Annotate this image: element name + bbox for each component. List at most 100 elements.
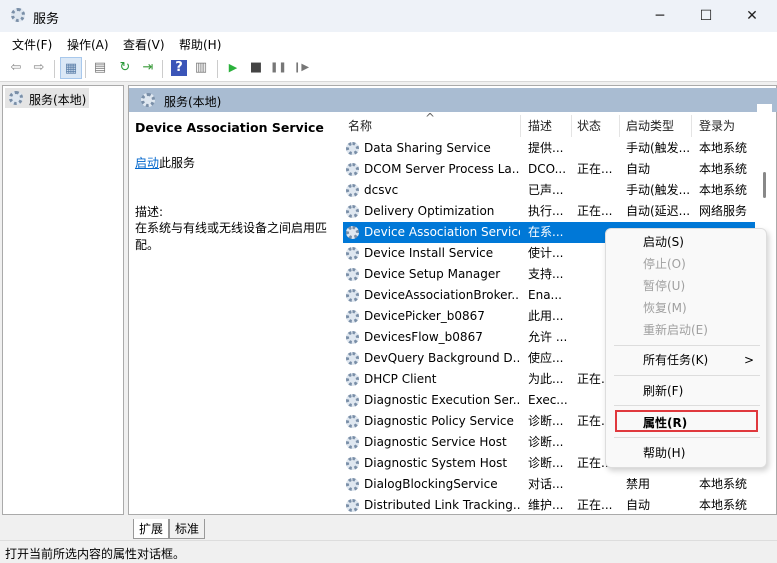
- help-icon[interactable]: ?: [171, 60, 187, 76]
- scrollbar-thumb[interactable]: [763, 172, 766, 198]
- menu-separator: [614, 345, 760, 346]
- cell-log-on-as: 本地系统: [699, 162, 748, 176]
- start-service-link[interactable]: 启动: [135, 156, 159, 170]
- cell-description: 维护...: [528, 498, 564, 512]
- cell-description: 诊断...: [528, 435, 564, 449]
- service-gear-icon: [346, 226, 359, 239]
- cell-log-on-as: 本地系统: [699, 498, 748, 512]
- service-gear-icon: [346, 499, 359, 512]
- console-icon[interactable]: ▥: [193, 60, 209, 76]
- service-gear-icon: [346, 205, 359, 218]
- stop-icon[interactable]: ■: [248, 60, 264, 76]
- service-row[interactable]: Delivery Optimization 执行... 正在... 自动(延迟... 网…: [343, 201, 755, 222]
- maximize-button[interactable]: ☐: [683, 0, 729, 32]
- column-log-on-as[interactable]: 登录为: [699, 115, 735, 137]
- start-suffix: 此服务: [159, 156, 196, 170]
- cell-description: 诊断...: [528, 456, 564, 470]
- cell-name: Diagnostic Execution Ser...: [364, 393, 520, 407]
- cell-name: Device Association Service: [364, 225, 520, 239]
- cell-description: DCO...: [528, 162, 567, 176]
- start-icon[interactable]: ▶: [225, 60, 241, 76]
- tab-extended[interactable]: 扩展: [133, 519, 170, 539]
- service-row[interactable]: dcsvc 已声... 手动(触发... 本地系统: [343, 180, 755, 201]
- column-header: ^ 名称 描述 状态 启动类型 登录为: [343, 111, 755, 137]
- show-hide-tree-icon[interactable]: ▦: [60, 57, 82, 79]
- cell-name: Diagnostic System Host: [364, 456, 508, 470]
- pause-icon[interactable]: ❚❚: [270, 60, 287, 76]
- cell-description: 支持...: [528, 267, 564, 281]
- cell-name: Distributed Link Tracking...: [364, 498, 520, 512]
- forward-icon[interactable]: ⇨: [31, 60, 47, 76]
- services-gear-icon: [11, 8, 25, 22]
- service-gear-icon: [346, 415, 359, 428]
- context-menu-item[interactable]: 启动(S): [643, 232, 684, 252]
- service-gear-icon: [346, 289, 359, 302]
- menu-separator: [614, 437, 760, 438]
- service-row[interactable]: DialogBlockingService 对话... 禁用 本地系统: [343, 474, 755, 495]
- service-gear-icon: [346, 310, 359, 323]
- cell-startup-type: 禁用: [626, 477, 651, 491]
- cell-name: Device Install Service: [364, 246, 494, 260]
- cell-description: 执行...: [528, 204, 564, 218]
- menu-bar: 文件(F) 操作(A) 查看(V) 帮助(H): [0, 32, 777, 55]
- service-gear-icon: [346, 457, 359, 470]
- view-tabs: 扩展 标准: [129, 517, 777, 539]
- column-status[interactable]: 状态: [577, 115, 601, 137]
- context-menu: 启动(S) 停止(O) 暂停(U) 恢复(M) 重新启动(E) 所有任务(K) > 刷新(F)…: [605, 228, 767, 468]
- cell-name: DialogBlockingService: [364, 477, 498, 491]
- context-menu-item: 恢复(M): [643, 301, 687, 315]
- context-menu-item[interactable]: 属性(R): [643, 413, 687, 433]
- cell-description: 允许 ...: [528, 330, 568, 344]
- service-gear-icon: [346, 436, 359, 449]
- menu-help[interactable]: 帮助(H): [179, 36, 221, 53]
- cell-name: DevQuery Background D...: [364, 351, 520, 365]
- title-bar: 服务 ─ ☐ ✕: [0, 0, 777, 32]
- context-menu-item[interactable]: 帮助(H): [643, 443, 685, 463]
- cell-description: 提供...: [528, 141, 564, 155]
- cell-status: 正在...: [577, 162, 613, 176]
- cell-description: 对话...: [528, 477, 564, 491]
- resume-icon[interactable]: ❙▶: [293, 60, 309, 76]
- cell-description: Ena...: [528, 288, 562, 302]
- menu-view[interactable]: 查看(V): [123, 36, 165, 53]
- menu-action[interactable]: 操作(A): [67, 36, 109, 53]
- cell-log-on-as: 本地系统: [699, 183, 748, 197]
- service-row[interactable]: Distributed Link Tracking... 维护... 正在... 自动…: [343, 495, 755, 516]
- properties-icon[interactable]: ▤: [92, 60, 108, 76]
- cell-description: 为此...: [528, 372, 564, 386]
- column-startup-type[interactable]: 启动类型: [626, 115, 674, 137]
- cell-log-on-as: 网络服务: [699, 204, 748, 218]
- cell-name: DevicePicker_b0867: [364, 309, 485, 323]
- menu-file[interactable]: 文件(F): [12, 36, 52, 53]
- context-menu-item: 暂停(U): [643, 279, 686, 293]
- column-name[interactable]: 名称: [348, 115, 372, 137]
- context-menu-item[interactable]: 刷新(F): [643, 381, 683, 401]
- cell-status: 正在...: [577, 498, 613, 512]
- service-gear-icon: [346, 478, 359, 491]
- toolbar: ⇦ ⇨ ▦ ▤ ↻ ⇥ ? ▥ ▶ ■ ❚❚ ❙▶: [0, 55, 777, 82]
- context-menu-item: 停止(O): [643, 257, 686, 271]
- close-button[interactable]: ✕: [729, 0, 775, 32]
- column-description[interactable]: 描述: [528, 115, 552, 137]
- context-menu-item[interactable]: 所有任务(K): [643, 350, 708, 370]
- cell-log-on-as: 本地系统: [699, 477, 748, 491]
- service-row[interactable]: Data Sharing Service 提供... 手动(触发... 本地系统: [343, 138, 755, 159]
- refresh-icon[interactable]: ↻: [117, 60, 133, 76]
- tab-standard[interactable]: 标准: [169, 519, 206, 539]
- tree-item-services-local[interactable]: 服务(本地): [5, 88, 89, 108]
- cell-startup-type: 自动: [626, 162, 651, 176]
- cell-name: Data Sharing Service: [364, 141, 491, 155]
- cell-description: 使计...: [528, 246, 564, 260]
- service-gear-icon: [346, 331, 359, 344]
- minimize-button[interactable]: ─: [637, 0, 683, 32]
- export-icon[interactable]: ⇥: [140, 60, 156, 76]
- service-gear-icon: [346, 373, 359, 386]
- cell-description: 在系...: [528, 225, 564, 239]
- cell-startup-type: 手动(触发...: [626, 141, 691, 155]
- service-gear-icon: [346, 394, 359, 407]
- back-icon[interactable]: ⇦: [8, 60, 24, 76]
- cell-name: Delivery Optimization: [364, 204, 495, 218]
- service-row[interactable]: DCOM Server Process La... DCO... 正在... 自动 本地…: [343, 159, 755, 180]
- cell-startup-type: 自动(延迟...: [626, 204, 691, 218]
- service-gear-icon: [346, 352, 359, 365]
